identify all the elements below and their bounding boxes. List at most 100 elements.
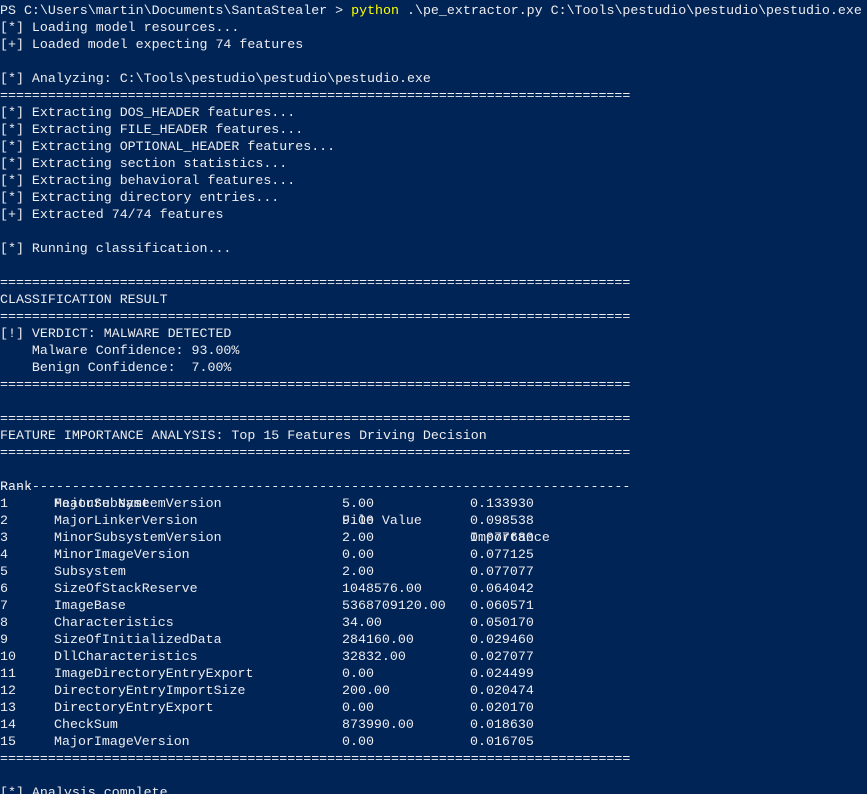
- malware-confidence-line: Malware Confidence: 93.00%: [0, 343, 240, 358]
- output-line-extract-optional: [*] Extracting OPTIONAL_HEADER features.…: [0, 139, 336, 154]
- row-file-value: 0.00: [342, 666, 374, 681]
- table-row: 4 MinorImageVersion 0.00 0.077125: [0, 546, 867, 563]
- row-importance: 0.020474: [470, 683, 534, 698]
- row-rank: 7: [0, 598, 8, 613]
- table-row: 5 Subsystem 2.00 0.077077: [0, 563, 867, 580]
- row-file-value: 1048576.00: [342, 581, 422, 596]
- row-feature-name: CheckSum: [54, 717, 118, 732]
- row-rank: 6: [0, 581, 8, 596]
- row-rank: 1: [0, 496, 8, 511]
- row-rank: 13: [0, 700, 16, 715]
- classification-title: CLASSIFICATION RESULT: [0, 292, 168, 307]
- row-importance: 0.027077: [470, 649, 534, 664]
- feature-table-header: Rank Feature Name File Value Importance: [0, 461, 867, 545]
- row-file-value: 0.00: [342, 547, 374, 562]
- row-importance: 0.133930: [470, 496, 534, 511]
- row-feature-name: MajorImageVersion: [54, 734, 190, 749]
- output-line-loaded: [+] Loaded model expecting 74 features: [0, 37, 304, 52]
- row-importance: 0.077077: [470, 564, 534, 579]
- separator-line: ========================================…: [0, 275, 631, 290]
- row-rank: 14: [0, 717, 16, 732]
- row-feature-name: DllCharacteristics: [54, 649, 198, 664]
- row-rank: 3: [0, 530, 8, 545]
- output-line-extract-directory: [*] Extracting directory entries...: [0, 190, 280, 205]
- row-rank: 10: [0, 649, 16, 664]
- dash-separator-line: ----------------------------------------…: [0, 479, 631, 494]
- output-line-analyzing: [*] Analyzing: C:\Tools\pestudio\pestudi…: [0, 71, 431, 86]
- separator-line: ========================================…: [0, 88, 631, 103]
- row-file-value: 284160.00: [342, 632, 414, 647]
- output-line-running: [*] Running classification...: [0, 241, 232, 256]
- row-rank: 2: [0, 513, 8, 528]
- output-line-loading: [*] Loading model resources...: [0, 20, 240, 35]
- row-file-value: 2.00: [342, 530, 374, 545]
- row-importance: 0.060571: [470, 598, 534, 613]
- row-feature-name: SizeOfStackReserve: [54, 581, 198, 596]
- row-importance: 0.077125: [470, 547, 534, 562]
- table-row: 7 ImageBase 5368709120.00 0.060571: [0, 597, 867, 614]
- command-name: python: [351, 3, 399, 18]
- row-feature-name: MinorImageVersion: [54, 547, 190, 562]
- table-row: 3 MinorSubsystemVersion 2.00 0.077680: [0, 529, 867, 546]
- benign-confidence-line: Benign Confidence: 7.00%: [0, 360, 232, 375]
- row-feature-name: DirectoryEntryImportSize: [54, 683, 246, 698]
- row-rank: 5: [0, 564, 8, 579]
- row-importance: 0.024499: [470, 666, 534, 681]
- row-feature-name: MajorLinkerVersion: [54, 513, 198, 528]
- row-file-value: 32832.00: [342, 649, 406, 664]
- powershell-terminal[interactable]: PS C:\Users\martin\Documents\SantaSteale…: [0, 0, 867, 794]
- row-importance: 0.016705: [470, 734, 534, 749]
- row-rank: 12: [0, 683, 16, 698]
- row-feature-name: DirectoryEntryExport: [54, 700, 214, 715]
- row-feature-name: MajorSubsystemVersion: [54, 496, 222, 511]
- row-rank: 15: [0, 734, 16, 749]
- row-importance: 0.098538: [470, 513, 534, 528]
- table-row: 12 DirectoryEntryImportSize 200.00 0.020474: [0, 682, 867, 699]
- separator-line: ========================================…: [0, 411, 631, 426]
- table-row: 10 DllCharacteristics 32832.00 0.027077: [0, 648, 867, 665]
- table-row: 11 ImageDirectoryEntryExport 0.00 0.024499: [0, 665, 867, 682]
- row-file-value: 2.00: [342, 564, 374, 579]
- separator-line: ========================================…: [0, 751, 631, 766]
- row-rank: 11: [0, 666, 16, 681]
- table-row: 14 CheckSum 873990.00 0.018630: [0, 716, 867, 733]
- row-feature-name: ImageDirectoryEntryExport: [54, 666, 254, 681]
- command-args: .\pe_extractor.py C:\Tools\pestudio\pest…: [399, 3, 862, 18]
- table-row: 13 DirectoryEntryExport 0.00 0.020170: [0, 699, 867, 716]
- command-prompt-line: PS C:\Users\martin\Documents\SantaSteale…: [0, 2, 862, 19]
- row-file-value: 9.00: [342, 513, 374, 528]
- output-line-extract-behavioral: [*] Extracting behavioral features...: [0, 173, 296, 188]
- row-feature-name: Subsystem: [54, 564, 126, 579]
- output-line-complete: [*] Analysis complete.: [0, 785, 176, 794]
- separator-line: ========================================…: [0, 309, 631, 324]
- row-file-value: 5.00: [342, 496, 374, 511]
- output-line-extract-file: [*] Extracting FILE_HEADER features...: [0, 122, 304, 137]
- table-row: 1 MajorSubsystemVersion 5.00 0.133930: [0, 495, 867, 512]
- feature-analysis-title: FEATURE IMPORTANCE ANALYSIS: Top 15 Feat…: [0, 428, 487, 443]
- row-file-value: 34.00: [342, 615, 382, 630]
- output-line-extracted: [+] Extracted 74/74 features: [0, 207, 224, 222]
- row-importance: 0.029460: [470, 632, 534, 647]
- row-rank: 8: [0, 615, 8, 630]
- row-file-value: 0.00: [342, 700, 374, 715]
- output-line-extract-dos: [*] Extracting DOS_HEADER features...: [0, 105, 296, 120]
- row-importance: 0.077680: [470, 530, 534, 545]
- row-importance: 0.064042: [470, 581, 534, 596]
- row-importance: 0.020170: [470, 700, 534, 715]
- row-importance: 0.050170: [470, 615, 534, 630]
- row-feature-name: SizeOfInitializedData: [54, 632, 222, 647]
- verdict-line: [!] VERDICT: MALWARE DETECTED: [0, 326, 232, 341]
- output-line-extract-section: [*] Extracting section statistics...: [0, 156, 288, 171]
- row-file-value: 873990.00: [342, 717, 414, 732]
- table-row: 9 SizeOfInitializedData 284160.00 0.029460: [0, 631, 867, 648]
- row-feature-name: MinorSubsystemVersion: [54, 530, 222, 545]
- row-feature-name: ImageBase: [54, 598, 126, 613]
- table-row: 15 MajorImageVersion 0.00 0.016705: [0, 733, 867, 750]
- row-rank: 4: [0, 547, 8, 562]
- separator-line: ========================================…: [0, 377, 631, 392]
- row-feature-name: Characteristics: [54, 615, 174, 630]
- table-row: 2 MajorLinkerVersion 9.00 0.098538: [0, 512, 867, 529]
- row-file-value: 5368709120.00: [342, 598, 446, 613]
- table-row: 6 SizeOfStackReserve 1048576.00 0.064042: [0, 580, 867, 597]
- row-file-value: 200.00: [342, 683, 390, 698]
